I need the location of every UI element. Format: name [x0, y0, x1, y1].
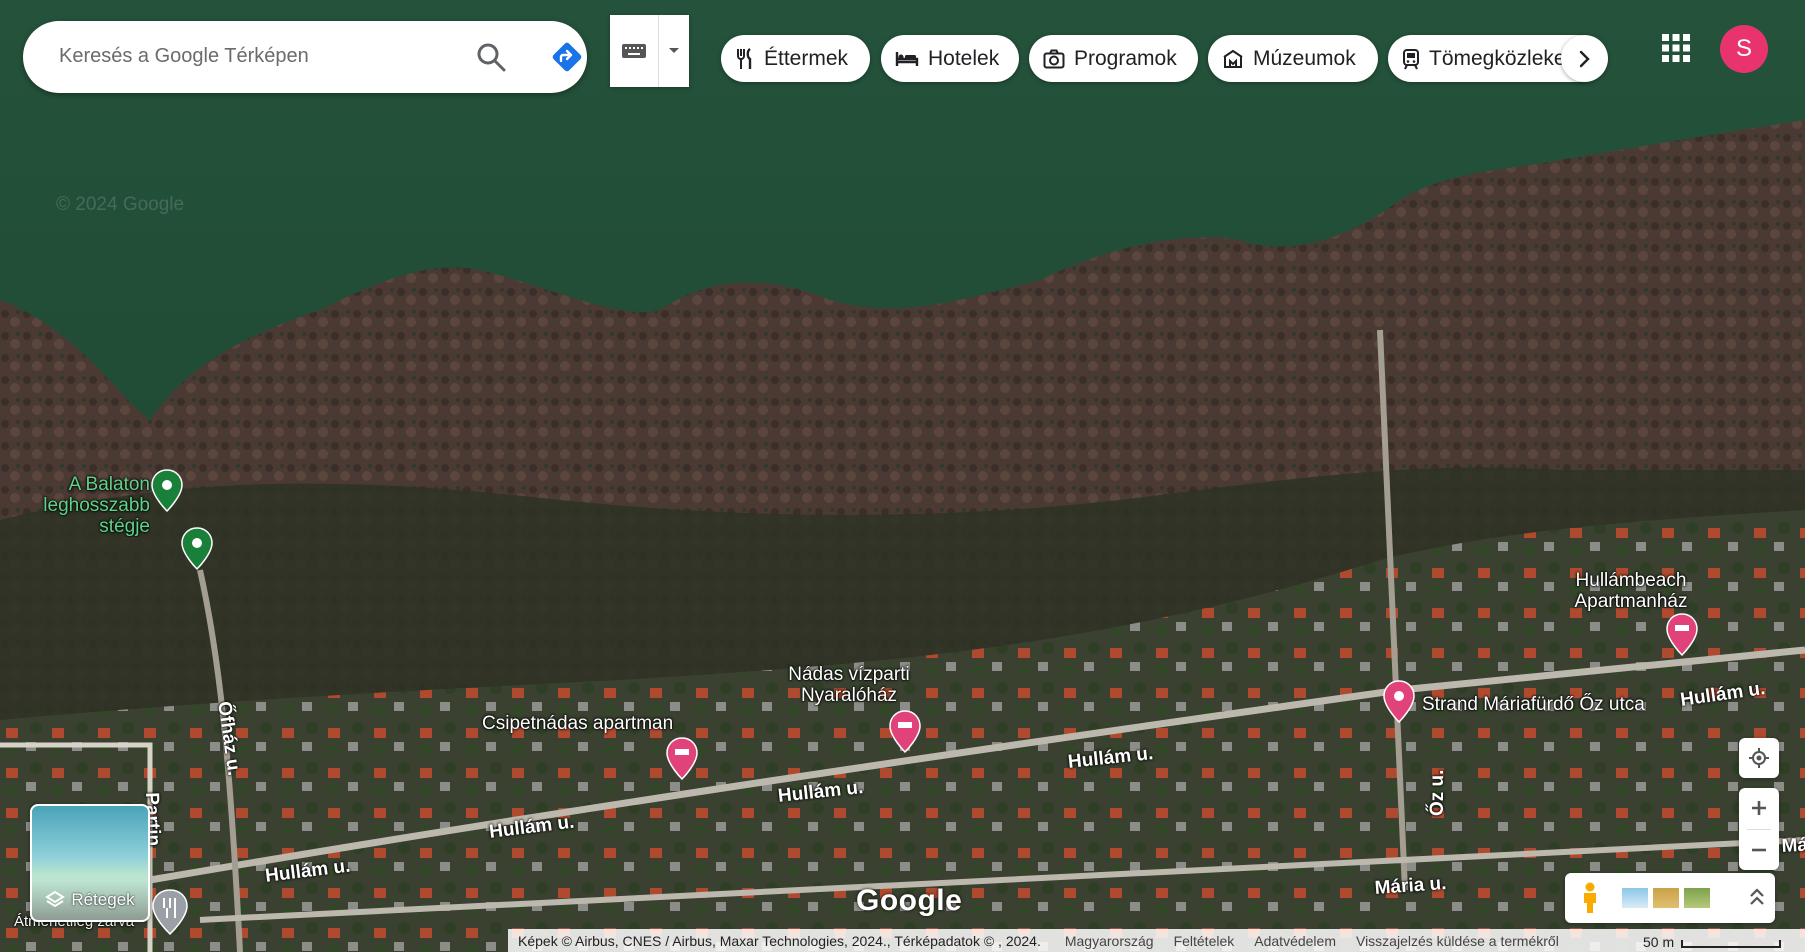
layers-button[interactable]: Rétegek: [30, 804, 150, 922]
search-box[interactable]: Keresés a Google Térképen: [23, 21, 587, 93]
layers-icon: [45, 890, 66, 908]
scale-label[interactable]: 50 m: [1643, 934, 1674, 950]
expand-up-icon[interactable]: [1749, 887, 1765, 907]
chip-label: Múzeumok: [1253, 46, 1356, 70]
imagery-thumb-1[interactable]: [1622, 888, 1648, 908]
chip-label: Hotelek: [928, 46, 1000, 70]
place-label-csipetnadas[interactable]: Csipetnádas apartman: [482, 713, 673, 734]
google-logo: Google: [856, 884, 963, 917]
satellite-map[interactable]: [0, 0, 1805, 952]
terms-link[interactable]: Feltételek: [1174, 933, 1235, 949]
chip-museums[interactable]: Múzeumok: [1208, 35, 1378, 82]
chip-label: Éttermek: [764, 46, 849, 70]
place-label-pier[interactable]: A Balaton leghosszabb stégje: [0, 474, 150, 537]
apps-grid-icon[interactable]: [1658, 30, 1694, 66]
pegman-icon[interactable]: [1579, 882, 1601, 914]
place-label-hullambeach[interactable]: Hullámbeach Apartmanház: [1556, 570, 1706, 612]
place-label-nadas[interactable]: Nádas vízparti Nyaralóház: [764, 664, 934, 706]
keyboard-icon[interactable]: [610, 15, 659, 87]
zoom-in-button[interactable]: [1739, 788, 1779, 828]
imagery-thumb-2[interactable]: [1653, 888, 1679, 908]
camera-icon: [1043, 49, 1065, 68]
directions-icon[interactable]: [549, 39, 585, 75]
bed-icon: [895, 51, 919, 66]
layers-label: Rétegek: [71, 890, 135, 909]
watermark: © 2024 Google: [56, 194, 185, 215]
privacy-link[interactable]: Adatvédelem: [1254, 933, 1336, 949]
fork-knife-icon: [737, 47, 752, 69]
street-label: Őz u.: [1427, 769, 1448, 816]
minus-icon: [1752, 848, 1766, 852]
tram-icon: [1403, 48, 1419, 69]
street-label: Má: [1781, 834, 1805, 857]
museum-icon: [1223, 49, 1243, 68]
map-footer: Képek © Airbus, CNES / Airbus, Maxar Tec…: [508, 929, 1805, 952]
my-location-button[interactable]: [1739, 738, 1779, 778]
chip-hotels[interactable]: Hotelek: [881, 35, 1019, 82]
input-tools[interactable]: [610, 15, 689, 87]
scale-bar[interactable]: [1681, 940, 1781, 948]
my-location-icon: [1749, 748, 1769, 768]
search-input[interactable]: Keresés a Google Térképen: [59, 45, 309, 68]
imagery-thumb-3[interactable]: [1684, 888, 1710, 908]
country-link[interactable]: Magyarország: [1065, 933, 1154, 949]
search-icon[interactable]: [475, 41, 507, 73]
feedback-link[interactable]: Visszajelzés küldése a termékről: [1356, 933, 1559, 949]
street-view-bar: [1565, 873, 1775, 923]
account-avatar[interactable]: S: [1720, 25, 1768, 73]
chips-next-button[interactable]: [1561, 35, 1608, 82]
plus-icon: [1752, 801, 1766, 815]
place-label-strand[interactable]: Strand Máriafürdő Őz utca: [1422, 694, 1645, 715]
chip-label: Programok: [1074, 46, 1177, 70]
chevron-right-icon: [1579, 50, 1590, 67]
chevron-down-icon[interactable]: [659, 15, 689, 87]
imagery-attribution: Képek © Airbus, CNES / Airbus, Maxar Tec…: [518, 932, 1041, 949]
zoom-out-button[interactable]: [1739, 830, 1779, 870]
chip-things-to-do[interactable]: Programok: [1029, 35, 1198, 82]
zoom-control: [1739, 788, 1779, 870]
chip-restaurants[interactable]: Éttermek: [721, 35, 870, 82]
